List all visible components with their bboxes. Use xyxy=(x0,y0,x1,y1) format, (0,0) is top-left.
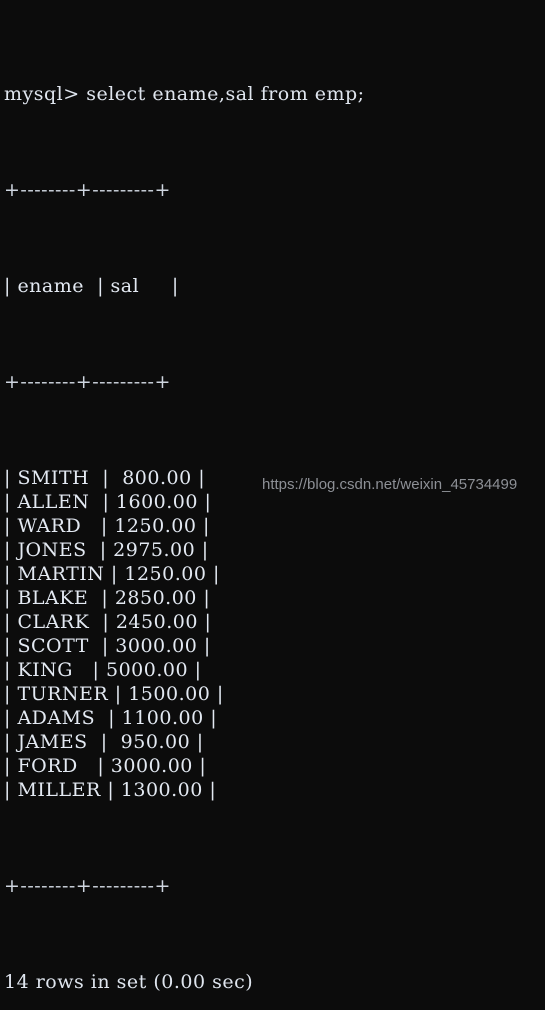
table-row: | FORD | 3000.00 | xyxy=(4,755,207,777)
mysql-prompt-line: mysql> select ename,sal from emp; xyxy=(4,83,365,105)
table-row: | MARTIN | 1250.00 | xyxy=(4,563,220,585)
table-row: | JAMES | 950.00 | xyxy=(4,731,204,753)
table-bottom-border: +--------+---------+ xyxy=(4,875,171,897)
table-row: | JONES | 2975.00 | xyxy=(4,539,209,561)
terminal-output: mysql> select ename,sal from emp; +-----… xyxy=(0,0,545,993)
result-status-line: 14 rows in set (0.00 sec) xyxy=(4,971,254,993)
table-header-row: | ename | sal | xyxy=(4,275,179,297)
table-row: | SCOTT | 3000.00 | xyxy=(4,635,211,657)
table-body: | SMITH | 800.00 | | ALLEN | 1600.00 | | W… xyxy=(4,466,545,802)
table-header-separator: +--------+---------+ xyxy=(4,371,171,393)
table-row: | MILLER | 1300.00 | xyxy=(4,779,217,801)
table-row: | ADAMS | 1100.00 | xyxy=(4,707,218,729)
table-row: | BLAKE | 2850.00 | xyxy=(4,587,211,609)
table-top-border: +--------+---------+ xyxy=(4,179,171,201)
csdn-watermark: https://blog.csdn.net/weixin_45734499 xyxy=(262,476,518,493)
table-row: | KING | 5000.00 | xyxy=(4,659,202,681)
table-row: | TURNER | 1500.00 | xyxy=(4,683,224,705)
table-row: | CLARK | 2450.00 | xyxy=(4,611,212,633)
table-row: | WARD | 1250.00 | xyxy=(4,515,210,537)
